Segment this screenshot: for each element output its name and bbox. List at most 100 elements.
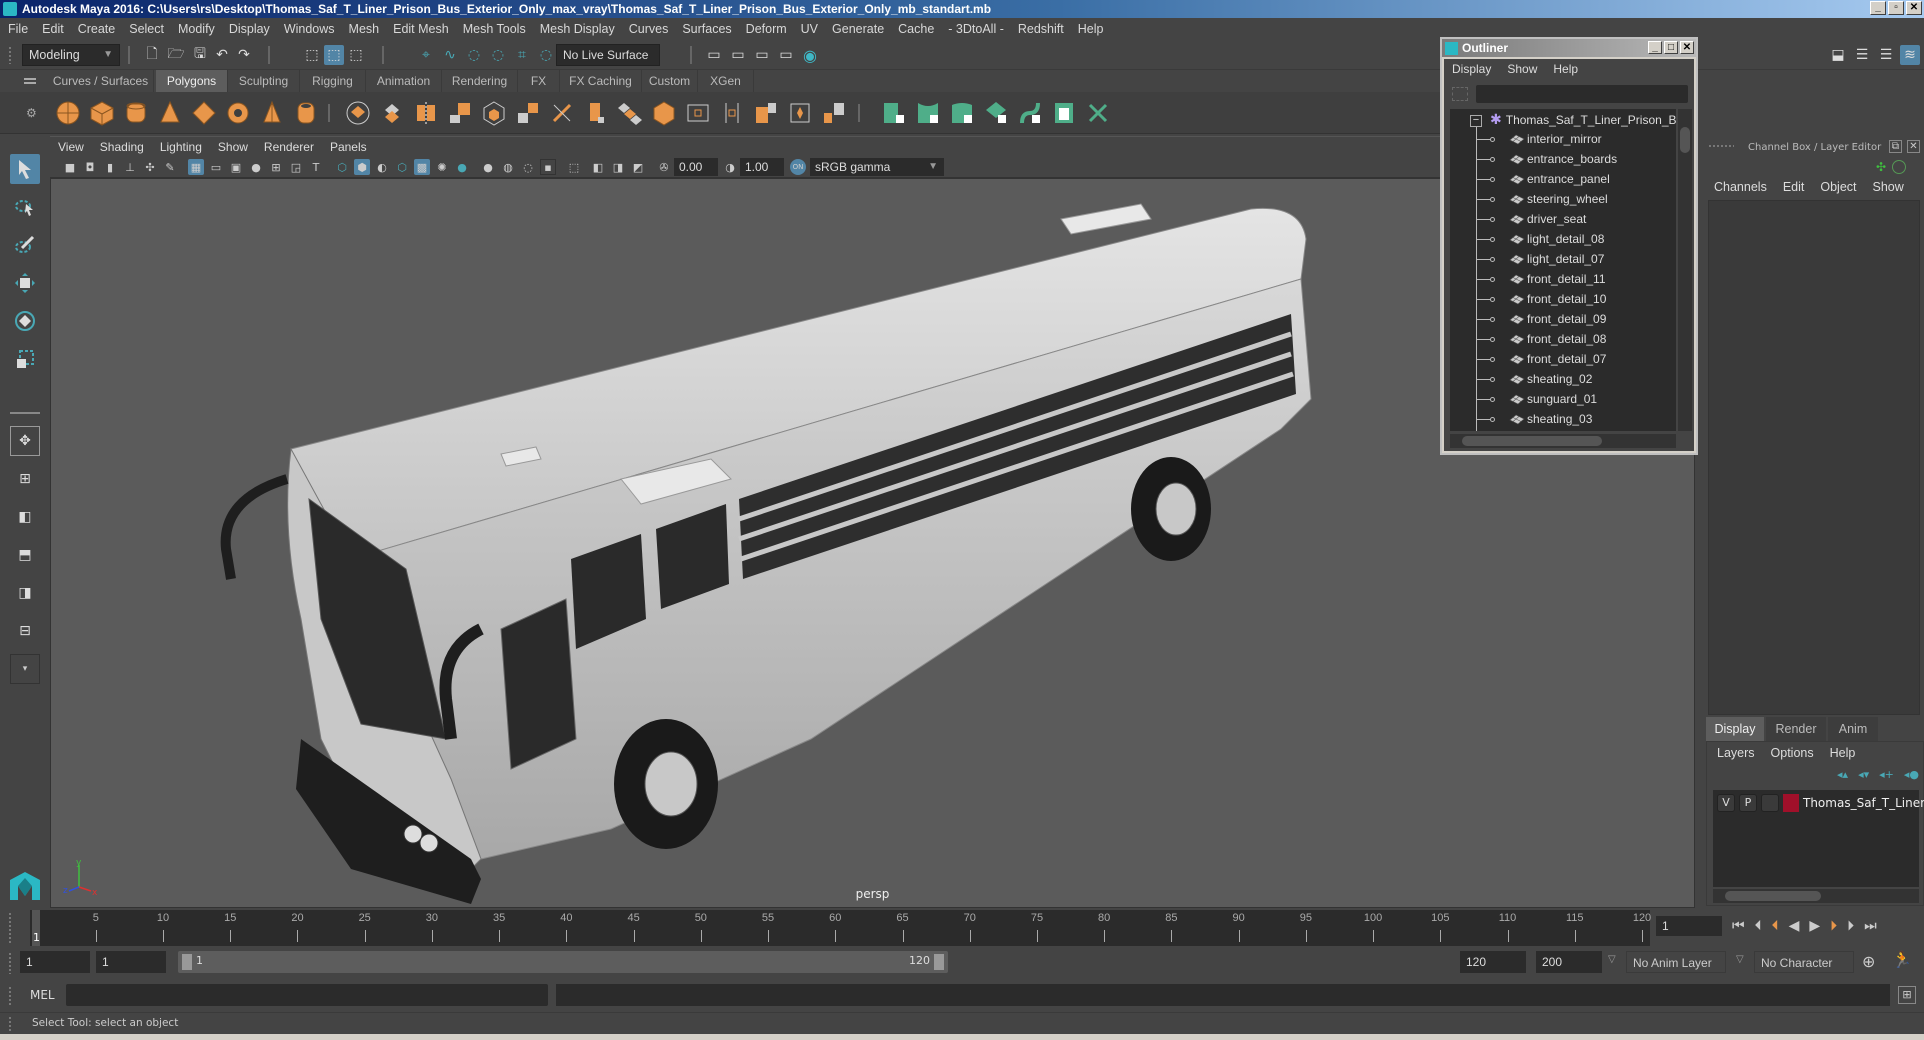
outliner-root-item[interactable]: −✱Thomas_Saf_T_Liner_Prison_Bus_E	[1470, 109, 1676, 129]
live-surface-field[interactable]: No Live Surface	[556, 44, 660, 66]
new-scene-icon[interactable]: 🗋	[142, 45, 162, 65]
move-layer-down-icon[interactable]: ◂▾	[1858, 768, 1869, 781]
bevel-icon[interactable]	[650, 99, 678, 127]
outliner-item[interactable]: sheating_02	[1476, 369, 1592, 389]
select-by-object-icon[interactable]: ⬚	[324, 45, 344, 65]
layout-menu-icon[interactable]: ▾	[10, 654, 40, 684]
layer-menu-layers[interactable]: Layers	[1717, 746, 1755, 760]
rotate-tool-icon[interactable]	[10, 306, 40, 336]
help-line-grip[interactable]	[8, 1016, 12, 1032]
manipulator-icon[interactable]: ✣	[1876, 160, 1886, 174]
animation-preferences-icon[interactable]: 🏃	[1892, 950, 1912, 969]
camera-icon[interactable]: ■	[62, 159, 78, 175]
outliner-horizontal-scrollbar[interactable]	[1450, 434, 1676, 448]
snap-to-grid-icon[interactable]: ⌖	[416, 45, 436, 65]
layer-color-swatch[interactable]	[1783, 794, 1799, 812]
menu-redshift[interactable]: Redshift	[1018, 22, 1064, 36]
outliner-hscroll-thumb[interactable]	[1462, 436, 1602, 446]
menu-select[interactable]: Select	[129, 22, 164, 36]
step-forward-frame-icon[interactable]: ⏵	[1847, 918, 1854, 934]
attribute-editor-icon[interactable]: ☰	[1852, 45, 1872, 65]
outliner-menu-show[interactable]: Show	[1507, 62, 1537, 76]
save-scene-icon[interactable]: 🖫	[190, 45, 210, 65]
menu-deform[interactable]: Deform	[746, 22, 787, 36]
collapse-icon[interactable]: −	[1470, 114, 1482, 127]
close-button[interactable]: ✕	[1906, 1, 1922, 15]
wireframe-on-shaded-icon[interactable]: ⬡	[394, 159, 410, 175]
append-polygon-icon[interactable]	[752, 99, 780, 127]
step-back-frame-icon[interactable]: ⏴	[1755, 918, 1762, 934]
outliner-minimize-button[interactable]: _	[1648, 41, 1662, 54]
image-plane-icon[interactable]: ⊥	[122, 159, 138, 175]
layer-playback-toggle[interactable]: P	[1739, 794, 1757, 812]
shelf-settings-icon[interactable]: ⚙	[26, 106, 37, 120]
outliner-vertical-scrollbar[interactable]	[1678, 109, 1692, 431]
channel-box-area[interactable]	[1708, 200, 1920, 715]
uv-editor-icon[interactable]	[1050, 99, 1078, 127]
menu-edit[interactable]: Edit	[42, 22, 64, 36]
bookmark-icon[interactable]: ▮	[102, 159, 118, 175]
gamma-icon[interactable]: ◑	[722, 159, 738, 175]
outliner-item[interactable]: sunguard_01	[1476, 389, 1597, 409]
2d-pan-zoom-icon[interactable]: ✣	[142, 159, 158, 175]
range-bar-grip[interactable]	[8, 952, 12, 974]
anti-aliasing-icon[interactable]: ◌	[520, 159, 536, 175]
outliner-maximize-button[interactable]: □	[1664, 41, 1678, 54]
menu-help[interactable]: Help	[1078, 22, 1104, 36]
channel-box-menu-edit[interactable]: Edit	[1783, 180, 1805, 194]
persp-hypershade-layout-icon[interactable]: ◨	[10, 578, 40, 608]
outliner-close-button[interactable]: ✕	[1680, 41, 1694, 54]
outliner-item[interactable]: front_detail_08	[1476, 329, 1606, 349]
menu-modify[interactable]: Modify	[178, 22, 215, 36]
select-by-component-icon[interactable]: ⬚	[346, 45, 366, 65]
outliner-item[interactable]: entrance_panel	[1476, 169, 1610, 189]
range-start-handle[interactable]	[182, 954, 192, 970]
script-language-toggle[interactable]: MEL	[30, 988, 55, 1002]
current-frame-field[interactable]: 1	[1656, 916, 1722, 936]
script-editor-icon[interactable]: ⊞	[1898, 986, 1916, 1004]
mirror-icon[interactable]	[412, 99, 440, 127]
menu-mesh-tools[interactable]: Mesh Tools	[463, 22, 526, 36]
make-live-icon[interactable]: ⌗	[512, 45, 532, 65]
layer-menu-options[interactable]: Options	[1771, 746, 1814, 760]
grease-pencil-icon[interactable]: ✎	[162, 159, 178, 175]
menu-curves[interactable]: Curves	[629, 22, 669, 36]
select-tool-icon[interactable]	[10, 154, 40, 184]
shelf-tab-animation[interactable]: Animation	[366, 70, 442, 92]
tool-settings-icon[interactable]: ☰	[1876, 45, 1896, 65]
unfold-uv-icon[interactable]	[1016, 99, 1044, 127]
menu-generate[interactable]: Generate	[832, 22, 884, 36]
reduce-icon[interactable]	[480, 99, 508, 127]
persp-outliner-layout-icon[interactable]: ◧	[10, 502, 40, 532]
shelf-tab-rendering[interactable]: Rendering	[442, 70, 518, 92]
offset-edge-loop-icon[interactable]	[718, 99, 746, 127]
remesh-icon[interactable]	[514, 99, 542, 127]
outliner-filter-icon[interactable]	[1452, 87, 1468, 101]
outliner-title-bar[interactable]: Outliner _ □ ✕	[1442, 39, 1696, 57]
playback-end-field[interactable]: 120	[1460, 951, 1526, 973]
channel-box-menu-object[interactable]: Object	[1820, 180, 1856, 194]
layer-menu-help[interactable]: Help	[1830, 746, 1856, 760]
paint-select-tool-icon[interactable]	[10, 230, 40, 260]
open-scene-icon[interactable]: 🗁	[166, 45, 186, 65]
viewport-menu-show[interactable]: Show	[218, 140, 248, 154]
menu-cache[interactable]: Cache	[898, 22, 934, 36]
render-settings-icon[interactable]: ▭	[776, 45, 796, 65]
command-input[interactable]	[66, 984, 548, 1006]
character-set-dropdown[interactable]: No Character Set	[1754, 951, 1854, 992]
play-backwards-icon[interactable]: ◀	[1789, 918, 1800, 934]
gamma-field[interactable]: 1.00	[740, 158, 784, 176]
outliner-item[interactable]: front_detail_10	[1476, 289, 1606, 309]
shelf-tab-sculpting[interactable]: Sculpting	[228, 70, 300, 92]
layer-visibility-toggle[interactable]: V	[1717, 794, 1735, 812]
outliner-item[interactable]: front_detail_07	[1476, 349, 1606, 369]
poly-sphere-icon[interactable]	[54, 99, 82, 127]
poly-cone-icon[interactable]	[156, 99, 184, 127]
outliner-menu-help[interactable]: Help	[1553, 62, 1578, 76]
resolution-gate-icon[interactable]: ▣	[228, 159, 244, 175]
camera-attributes-icon[interactable]: ◘	[82, 159, 98, 175]
safe-action-icon[interactable]: ◲	[288, 159, 304, 175]
move-tool-icon[interactable]	[10, 268, 40, 298]
auto-key-icon[interactable]: ⊕	[1862, 952, 1875, 971]
textured-icon[interactable]: ▩	[414, 159, 430, 175]
